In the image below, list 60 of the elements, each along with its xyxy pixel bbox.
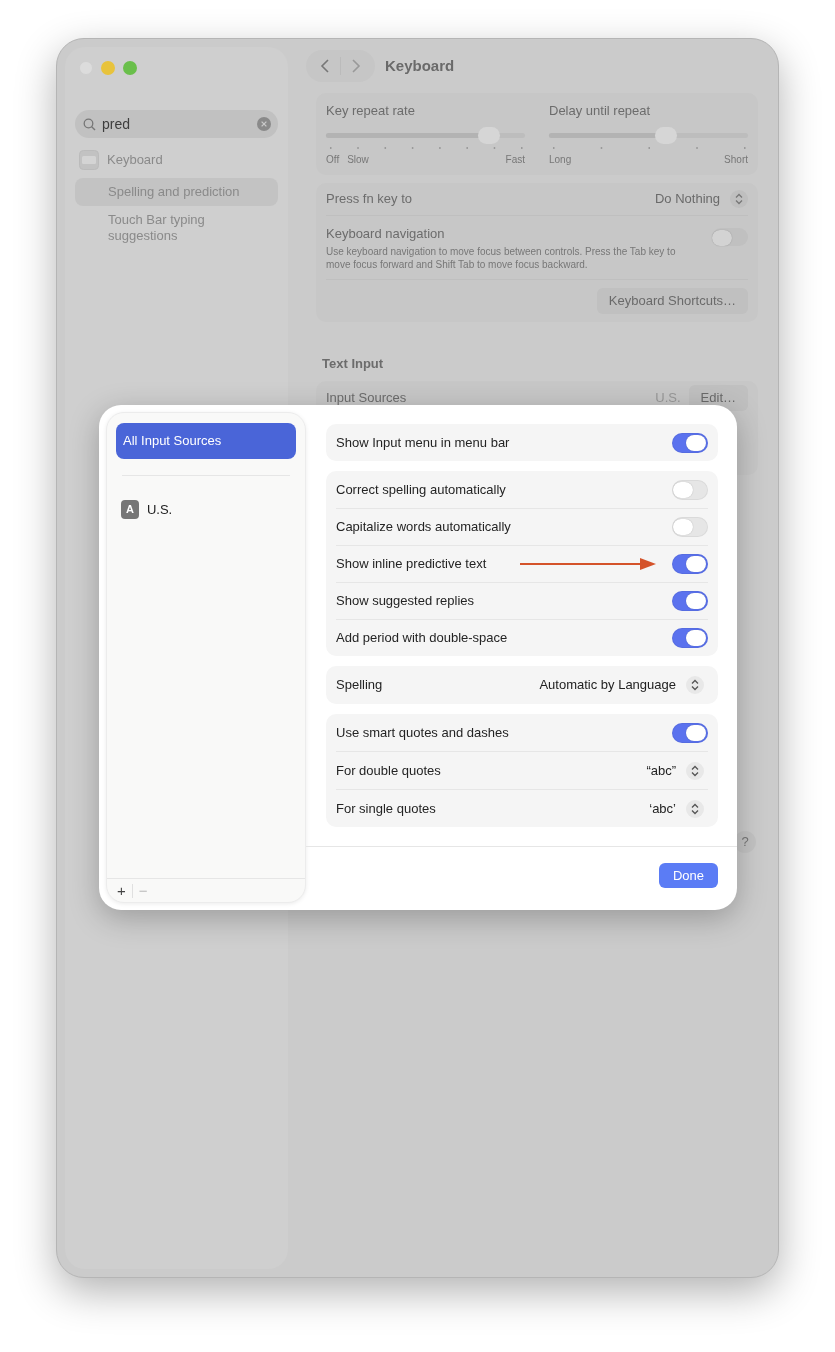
chevron-updown-icon	[686, 761, 704, 780]
slider-caption: Slow	[347, 152, 369, 167]
setting-label: For single quotes	[336, 799, 436, 818]
popup-button[interactable]: ‘abc’	[649, 798, 704, 819]
search-field[interactable]: pred	[75, 110, 278, 138]
toggle-switch[interactable]	[672, 517, 708, 537]
slider-caption: Long	[549, 152, 572, 167]
toggle-switch[interactable]	[672, 554, 708, 574]
slider-caption: Fast	[505, 152, 525, 167]
keyboard-shortcuts-button[interactable]: Keyboard Shortcuts…	[596, 288, 748, 314]
setting-label: Show suggested replies	[336, 592, 475, 611]
setting-label: Keyboard navigation	[326, 224, 446, 243]
slider-label: Delay until repeat	[549, 102, 652, 120]
source-item[interactable]: U.S.	[146, 499, 173, 519]
setting-label: Press fn key to	[326, 189, 412, 208]
search-icon	[83, 118, 96, 131]
chevron-updown-icon	[686, 799, 704, 818]
section-heading: Text Input	[322, 354, 385, 373]
toggle-switch[interactable]	[672, 591, 708, 611]
popup-button[interactable]: “abc”	[646, 760, 704, 781]
slider-thumb[interactable]	[655, 126, 678, 144]
input-source-badge: A	[121, 500, 139, 519]
window-title: Keyboard	[385, 55, 455, 76]
popup-button[interactable]: Automatic by Language	[539, 675, 704, 695]
sidebar-item[interactable]: Spelling and prediction	[75, 178, 278, 206]
toggle-switch[interactable]	[712, 227, 748, 246]
setting-label: Show Input menu in menu bar	[336, 433, 510, 452]
setting-label: Add period with double-space	[336, 629, 508, 648]
slider-track[interactable]	[326, 126, 525, 144]
slider-track[interactable]	[549, 126, 748, 144]
setting-label: For double quotes	[336, 761, 441, 780]
setting-description: Use keyboard navigation to move focus between controls. Press the Tab key to move focus forward and Shift Tab to move focus backward.	[326, 245, 677, 271]
setting-label: Show inline predictive text	[336, 555, 487, 574]
chevron-right-icon	[351, 58, 361, 74]
setting-label: Capitalize words automatically	[336, 518, 511, 537]
setting-label: Correct spelling automatically	[336, 480, 506, 499]
setting-label: Use smart quotes and dashes	[336, 723, 509, 742]
toggle-switch[interactable]	[672, 722, 708, 743]
toggle-switch[interactable]	[672, 479, 708, 500]
minimize-button[interactable]	[101, 61, 115, 75]
sidebar-item[interactable]: Touch Bar typing suggestions	[75, 206, 278, 250]
add-button[interactable]: +	[111, 883, 132, 898]
toggle-switch[interactable]	[672, 432, 708, 453]
toggle-switch[interactable]	[672, 628, 708, 648]
sidebar-item[interactable]: Keyboard	[107, 152, 163, 168]
slider-thumb[interactable]	[478, 126, 501, 144]
setting-label: Spelling	[336, 676, 383, 695]
setting-label: Input Sources	[326, 389, 407, 408]
source-item[interactable]: All Input Sources	[116, 423, 296, 459]
done-button[interactable]: Done	[658, 862, 718, 889]
chevron-updown-icon	[730, 189, 748, 208]
zoom-button[interactable]	[123, 61, 137, 75]
slider-caption: Off	[326, 152, 340, 167]
slider-caption: Short	[724, 152, 748, 167]
chevron-left-icon	[320, 58, 330, 74]
popup-button[interactable]: Do Nothing	[654, 188, 748, 209]
slider-label: Key repeat rate	[326, 102, 416, 120]
chevron-updown-icon	[686, 676, 704, 694]
keyboard-icon	[79, 150, 99, 170]
clear-icon[interactable]	[257, 117, 271, 131]
